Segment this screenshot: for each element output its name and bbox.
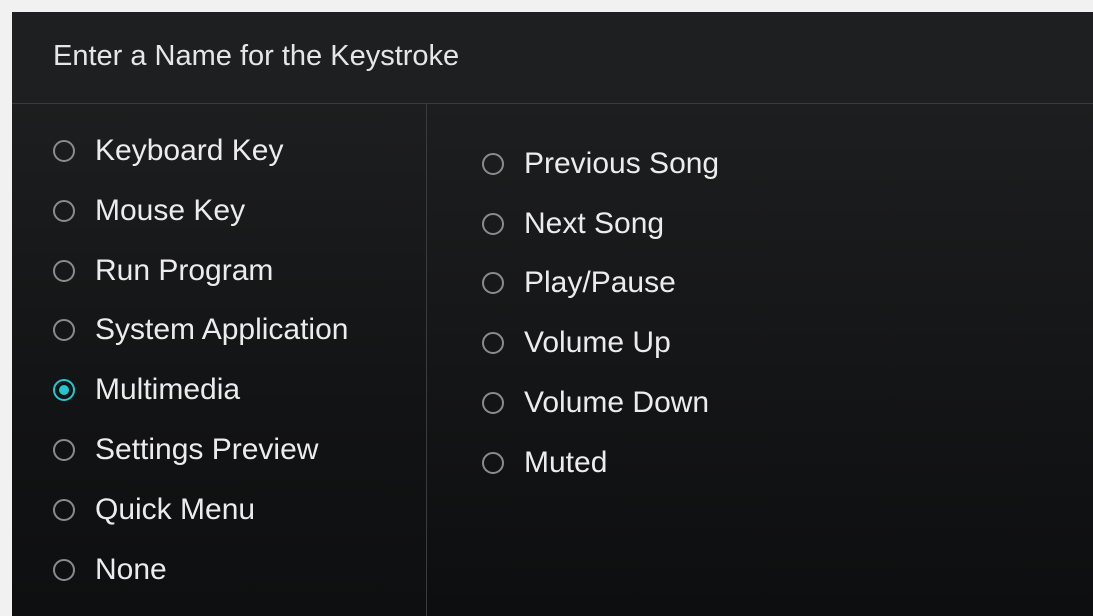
option-label: Next Song xyxy=(524,207,665,240)
radio-button-icon[interactable] xyxy=(482,272,504,294)
radio-button-icon[interactable] xyxy=(53,559,75,581)
option-run-program[interactable]: Run Program xyxy=(53,251,273,291)
radio-button-icon[interactable] xyxy=(53,260,75,282)
option-multimedia[interactable]: Multimedia xyxy=(53,370,240,410)
option-muted[interactable]: Muted xyxy=(482,443,607,483)
option-volume-down[interactable]: Volume Down xyxy=(482,383,709,423)
radio-button-icon[interactable] xyxy=(482,452,504,474)
keystroke-dialog: Enter a Name for the Keystroke Keyboard … xyxy=(12,12,1093,616)
option-label: Volume Up xyxy=(524,326,671,359)
option-settings-preview[interactable]: Settings Preview xyxy=(53,430,318,470)
option-label: Keyboard Key xyxy=(95,134,284,167)
option-volume-up[interactable]: Volume Up xyxy=(482,323,671,363)
option-label: Mouse Key xyxy=(95,194,246,227)
option-label: Previous Song xyxy=(524,147,720,180)
option-label: Play/Pause xyxy=(524,266,676,299)
radio-button-icon[interactable] xyxy=(53,140,75,162)
option-keyboard-key[interactable]: Keyboard Key xyxy=(53,131,283,171)
option-mouse-key[interactable]: Mouse Key xyxy=(53,191,245,231)
key-type-list: Keyboard Key Mouse Key Run Program Syste… xyxy=(12,104,427,616)
radio-button-icon[interactable] xyxy=(53,200,75,222)
radio-button-icon[interactable] xyxy=(482,392,504,414)
option-label: System Application xyxy=(95,313,349,346)
option-label: Quick Menu xyxy=(95,493,256,526)
option-quick-menu[interactable]: Quick Menu xyxy=(53,490,255,530)
option-label: None xyxy=(95,553,167,586)
option-label: Multimedia xyxy=(95,373,241,406)
option-none[interactable]: None xyxy=(53,550,167,590)
radio-button-checked-icon[interactable] xyxy=(53,379,75,401)
radio-button-icon[interactable] xyxy=(482,153,504,175)
option-label: Run Program xyxy=(95,254,274,287)
dialog-header: Enter a Name for the Keystroke xyxy=(12,12,1093,104)
radio-button-icon[interactable] xyxy=(53,319,75,341)
option-next-song[interactable]: Next Song xyxy=(482,204,664,244)
dialog-title: Enter a Name for the Keystroke xyxy=(53,40,460,72)
radio-button-icon[interactable] xyxy=(482,332,504,354)
radio-button-icon[interactable] xyxy=(53,439,75,461)
option-play-pause[interactable]: Play/Pause xyxy=(482,263,676,303)
option-previous-song[interactable]: Previous Song xyxy=(482,144,719,184)
radio-button-icon[interactable] xyxy=(53,499,75,521)
multimedia-options-list: Previous Song Next Song Play/Pause Volum… xyxy=(427,104,1093,616)
option-label: Muted xyxy=(524,446,608,479)
option-system-application[interactable]: System Application xyxy=(53,310,348,350)
option-label: Settings Preview xyxy=(95,433,319,466)
radio-button-icon[interactable] xyxy=(482,213,504,235)
option-label: Volume Down xyxy=(524,386,710,419)
